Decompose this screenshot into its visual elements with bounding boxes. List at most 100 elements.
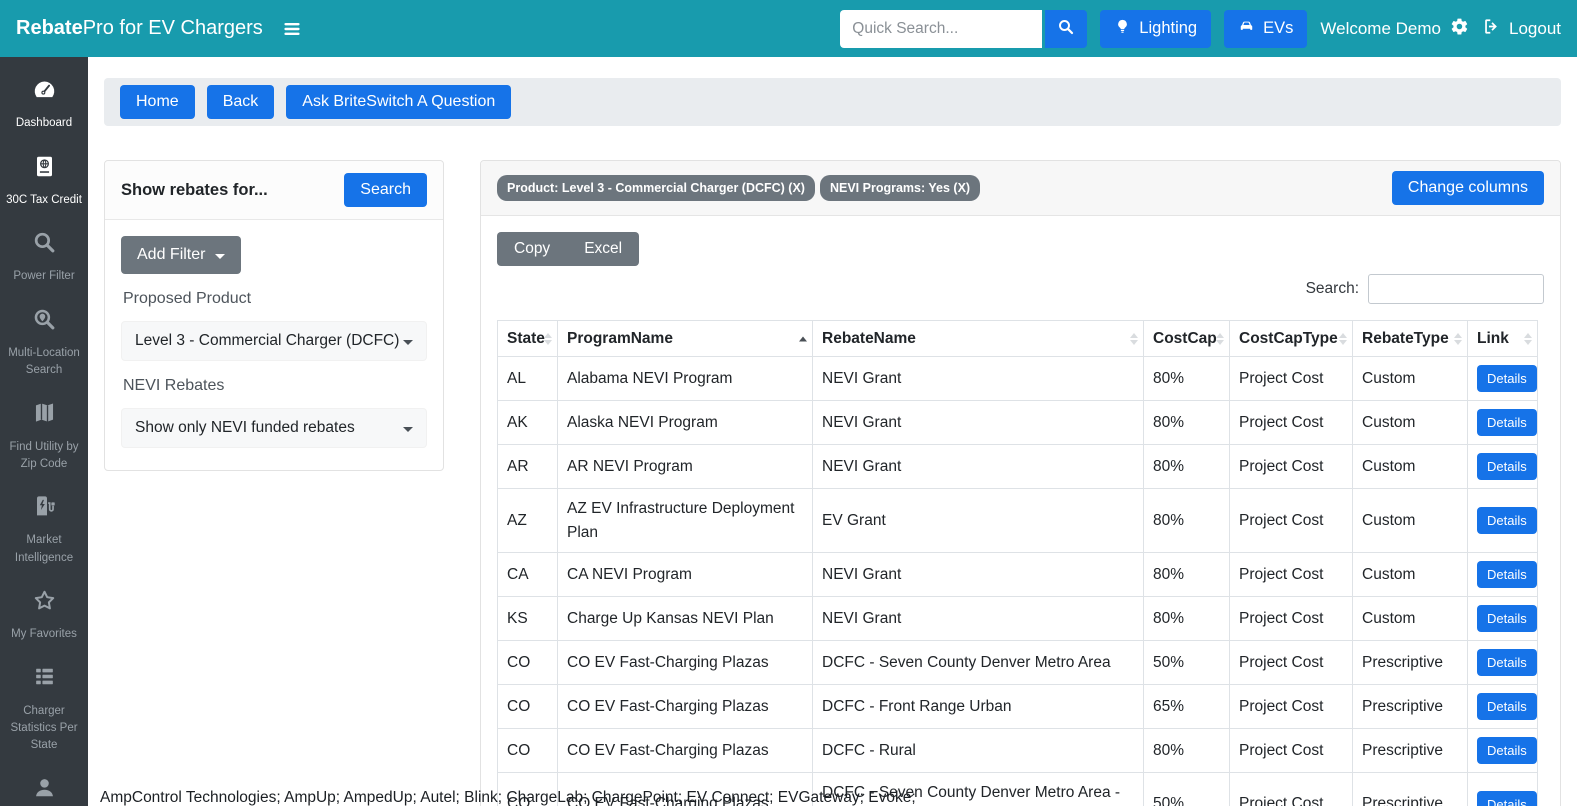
sidebar-item-find-utility-by-zip-code[interactable]: Find Utility by Zip Code (0, 390, 88, 484)
table-row: AL Alabama NEVI Program NEVI Grant 80% Proje… (497, 356, 1538, 402)
cell-rebatetype: Custom (1352, 444, 1468, 490)
lighting-button[interactable]: Lighting (1100, 9, 1212, 48)
sidebar-item-dashboard[interactable]: Dashboard (0, 67, 88, 144)
filter-search-button[interactable]: Search (344, 173, 427, 207)
hamburger-menu-icon[interactable] (281, 18, 303, 40)
evs-button[interactable]: EVs (1224, 9, 1308, 48)
cell-link: Details (1467, 639, 1538, 685)
cell-program: AR NEVI Program (557, 444, 813, 490)
logout-button[interactable]: Logout (1482, 17, 1561, 41)
cell-link: Details (1467, 771, 1538, 806)
details-button[interactable]: Details (1477, 692, 1537, 720)
cell-rebatetype: Custom (1352, 356, 1468, 402)
details-button[interactable]: Details (1477, 560, 1537, 588)
table-search-input[interactable] (1368, 274, 1544, 304)
gear-icon[interactable] (1450, 17, 1469, 41)
proposed-product-select[interactable]: Level 3 - Commercial Charger (DCFC) (121, 321, 427, 361)
back-button[interactable]: Back (206, 85, 275, 119)
brand-bold: Rebate (16, 17, 83, 39)
list-icon (32, 664, 57, 695)
column-header-rebatename[interactable]: RebateName (812, 319, 1144, 358)
details-button[interactable]: Details (1477, 365, 1537, 393)
details-button[interactable]: Details (1477, 736, 1537, 764)
cell-link: Details (1467, 595, 1538, 641)
cell-program: CA NEVI Program (557, 551, 813, 597)
filter-badge[interactable]: NEVI Programs: Yes (X) (819, 175, 981, 201)
table-row: CO CO EV Fast-Charging Plazas DCFC - Rural… (497, 727, 1538, 773)
cell-rebate: NEVI Grant (812, 356, 1144, 402)
cell-rebatetype: Custom (1352, 595, 1468, 641)
details-button[interactable]: Details (1477, 648, 1537, 676)
details-button[interactable]: Details (1477, 409, 1537, 437)
cell-rebate: NEVI Grant (812, 400, 1144, 446)
results-panel: Product: Level 3 - Commercial Charger (D… (480, 160, 1561, 806)
star-icon (32, 588, 57, 619)
column-label: CostCap (1153, 330, 1217, 347)
sort-arrows-icon (1216, 332, 1224, 345)
column-header-costcaptype[interactable]: CostCapType (1229, 319, 1353, 358)
cell-costcaptype: Project Cost (1229, 488, 1353, 553)
sidebar-item-label: 30C Tax Credit (6, 193, 82, 206)
cell-costcap: 50% (1143, 771, 1230, 806)
details-button[interactable]: Details (1477, 604, 1537, 632)
change-columns-button[interactable]: Change columns (1391, 171, 1544, 205)
column-header-link[interactable]: Link (1467, 319, 1538, 358)
copy-button[interactable]: Copy (497, 232, 567, 266)
cell-costcap: 80% (1143, 595, 1230, 641)
sidebar-item-charger-statistics-per-state[interactable]: Charger Statistics Per State (0, 654, 88, 765)
column-label: State (507, 330, 545, 347)
sidebar-item-referral-program[interactable]: Referral Program (0, 765, 88, 806)
column-header-costcap[interactable]: CostCap (1143, 319, 1230, 358)
proposed-product-label: Proposed Product (123, 290, 252, 307)
column-header-programname[interactable]: ProgramName (557, 319, 813, 358)
brand-rest: Pro for EV Chargers (82, 17, 263, 39)
top-toolbar: Home Back Ask BriteSwitch A Question (104, 78, 1561, 126)
filter-badge[interactable]: Product: Level 3 - Commercial Charger (D… (497, 175, 815, 201)
quick-search-button[interactable] (1045, 9, 1088, 48)
cell-costcaptype: Project Cost (1229, 595, 1353, 641)
cell-costcaptype: Project Cost (1229, 356, 1353, 402)
lighting-label: Lighting (1139, 19, 1198, 37)
cell-rebatetype: Custom (1352, 400, 1468, 446)
cell-rebate: EV Grant (812, 488, 1144, 553)
details-button[interactable]: Details (1477, 790, 1537, 806)
details-button[interactable]: Details (1477, 453, 1537, 481)
cell-program: CO EV Fast-Charging Plazas (557, 727, 813, 773)
excel-button[interactable]: Excel (567, 232, 639, 266)
welcome-text: Welcome Demo (1320, 17, 1469, 41)
cell-program: AZ EV Infrastructure Deployment Plan (557, 488, 813, 553)
cell-costcap: 80% (1143, 727, 1230, 773)
lightbulb-icon (1114, 18, 1131, 40)
add-filter-label: Add Filter (137, 246, 206, 263)
sign-out-icon (1482, 17, 1501, 41)
brand[interactable]: RebatePro for EV Chargers (16, 17, 263, 40)
nevi-rebates-select[interactable]: Show only NEVI funded rebates (121, 408, 427, 448)
sidebar-item-market-intelligence[interactable]: Market Intelligence (0, 484, 88, 578)
sidebar-item-label: Dashboard (15, 117, 73, 130)
column-header-state[interactable]: State (497, 319, 558, 358)
charging-station-icon (32, 494, 57, 525)
cell-costcaptype: Project Cost (1229, 771, 1353, 806)
sidebar-item-label: Find Utility by Zip Code (9, 440, 79, 470)
cell-costcap: 80% (1143, 356, 1230, 402)
quick-search-input[interactable] (840, 9, 1043, 48)
cell-rebate: DCFC - Rural (812, 727, 1144, 773)
home-button[interactable]: Home (120, 85, 195, 119)
add-filter-button[interactable]: Add Filter (121, 236, 242, 274)
sidebar-item-multi-location-search[interactable]: Multi-Location Search (0, 297, 88, 391)
rebates-table: State ProgramName RebateName CostCap CostCap… (497, 319, 1538, 806)
sort-arrows-icon (1454, 332, 1462, 345)
nevi-rebates-label: NEVI Rebates (123, 377, 225, 394)
cell-state: AR (497, 444, 558, 490)
column-header-rebatetype[interactable]: RebateType (1352, 319, 1468, 358)
sidebar-item-my-favorites[interactable]: My Favorites (0, 578, 88, 655)
cell-state: KS (497, 595, 558, 641)
cell-costcap: 80% (1143, 488, 1230, 553)
cell-rebatetype: Custom (1352, 488, 1468, 553)
table-row: KS Charge Up Kansas NEVI Plan NEVI Grant 80… (497, 595, 1538, 641)
table-row: AK Alaska NEVI Program NEVI Grant 80% Projec… (497, 400, 1538, 446)
sidebar-item-30c-tax-credit[interactable]: 30C Tax Credit (0, 144, 88, 221)
ask-briteswitch-button[interactable]: Ask BriteSwitch A Question (286, 85, 512, 119)
details-button[interactable]: Details (1477, 507, 1537, 534)
sidebar-item-power-filter[interactable]: Power Filter (0, 220, 88, 297)
